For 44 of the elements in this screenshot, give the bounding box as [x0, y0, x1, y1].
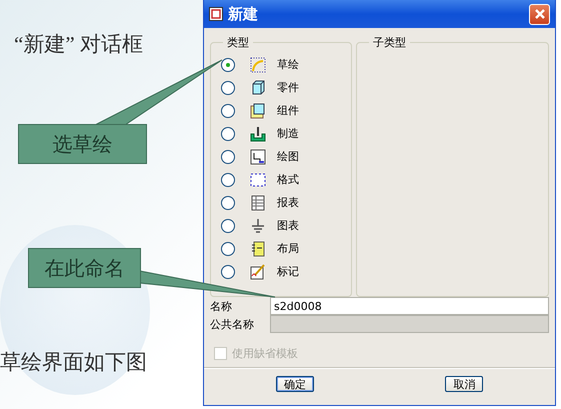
close-icon: [534, 8, 546, 20]
ground-symbol-icon: [250, 218, 266, 234]
type-option[interactable]: 报表: [221, 191, 351, 214]
table-icon: [250, 194, 266, 210]
slide-heading: “新建” 对话框: [14, 31, 144, 58]
radio-button[interactable]: [221, 196, 235, 210]
radio-button[interactable]: [221, 80, 235, 94]
cube-icon: [250, 102, 266, 118]
group-label: 子类型: [369, 35, 410, 50]
ok-button[interactable]: 确定: [276, 376, 314, 392]
type-option[interactable]: 组件: [221, 99, 351, 122]
radio-button[interactable]: [221, 264, 235, 278]
callout-box: 选草绘: [18, 124, 147, 164]
radio-button[interactable]: [221, 172, 235, 186]
radio-button[interactable]: [221, 126, 235, 140]
radio-button[interactable]: [221, 242, 235, 256]
radio-button[interactable]: [221, 104, 235, 118]
cube-icon: [250, 80, 266, 96]
sketch-icon: [250, 56, 266, 72]
type-option[interactable]: 图表: [221, 214, 351, 237]
radio-button[interactable]: [221, 218, 235, 232]
type-option[interactable]: 格式: [221, 168, 351, 191]
type-option[interactable]: 布局: [221, 237, 351, 260]
drawing-icon: [250, 148, 266, 164]
cancel-button[interactable]: 取消: [445, 376, 484, 392]
callout-box: 在此命名: [28, 248, 141, 288]
slide-caption: 草绘界面如下图: [0, 349, 148, 376]
pencil-icon: [250, 264, 266, 280]
name-field[interactable]: s2d0008: [270, 297, 549, 315]
field-label: 名称: [210, 298, 233, 314]
radio-button[interactable]: [221, 58, 235, 72]
type-option[interactable]: 零件: [221, 76, 351, 99]
type-option[interactable]: 制造: [221, 122, 351, 145]
type-option[interactable]: 草绘: [221, 53, 351, 76]
frame-icon: [250, 172, 266, 188]
radio-button[interactable]: [221, 150, 235, 164]
field-label: 公共名称: [210, 316, 255, 332]
window-title: 新建: [228, 4, 259, 24]
type-option[interactable]: 绘图: [221, 145, 351, 168]
notebook-icon: [250, 240, 266, 256]
window-icon: [209, 7, 223, 21]
group-label: 类型: [223, 35, 253, 50]
type-option[interactable]: 标记: [221, 260, 351, 283]
close-button[interactable]: [529, 4, 550, 24]
